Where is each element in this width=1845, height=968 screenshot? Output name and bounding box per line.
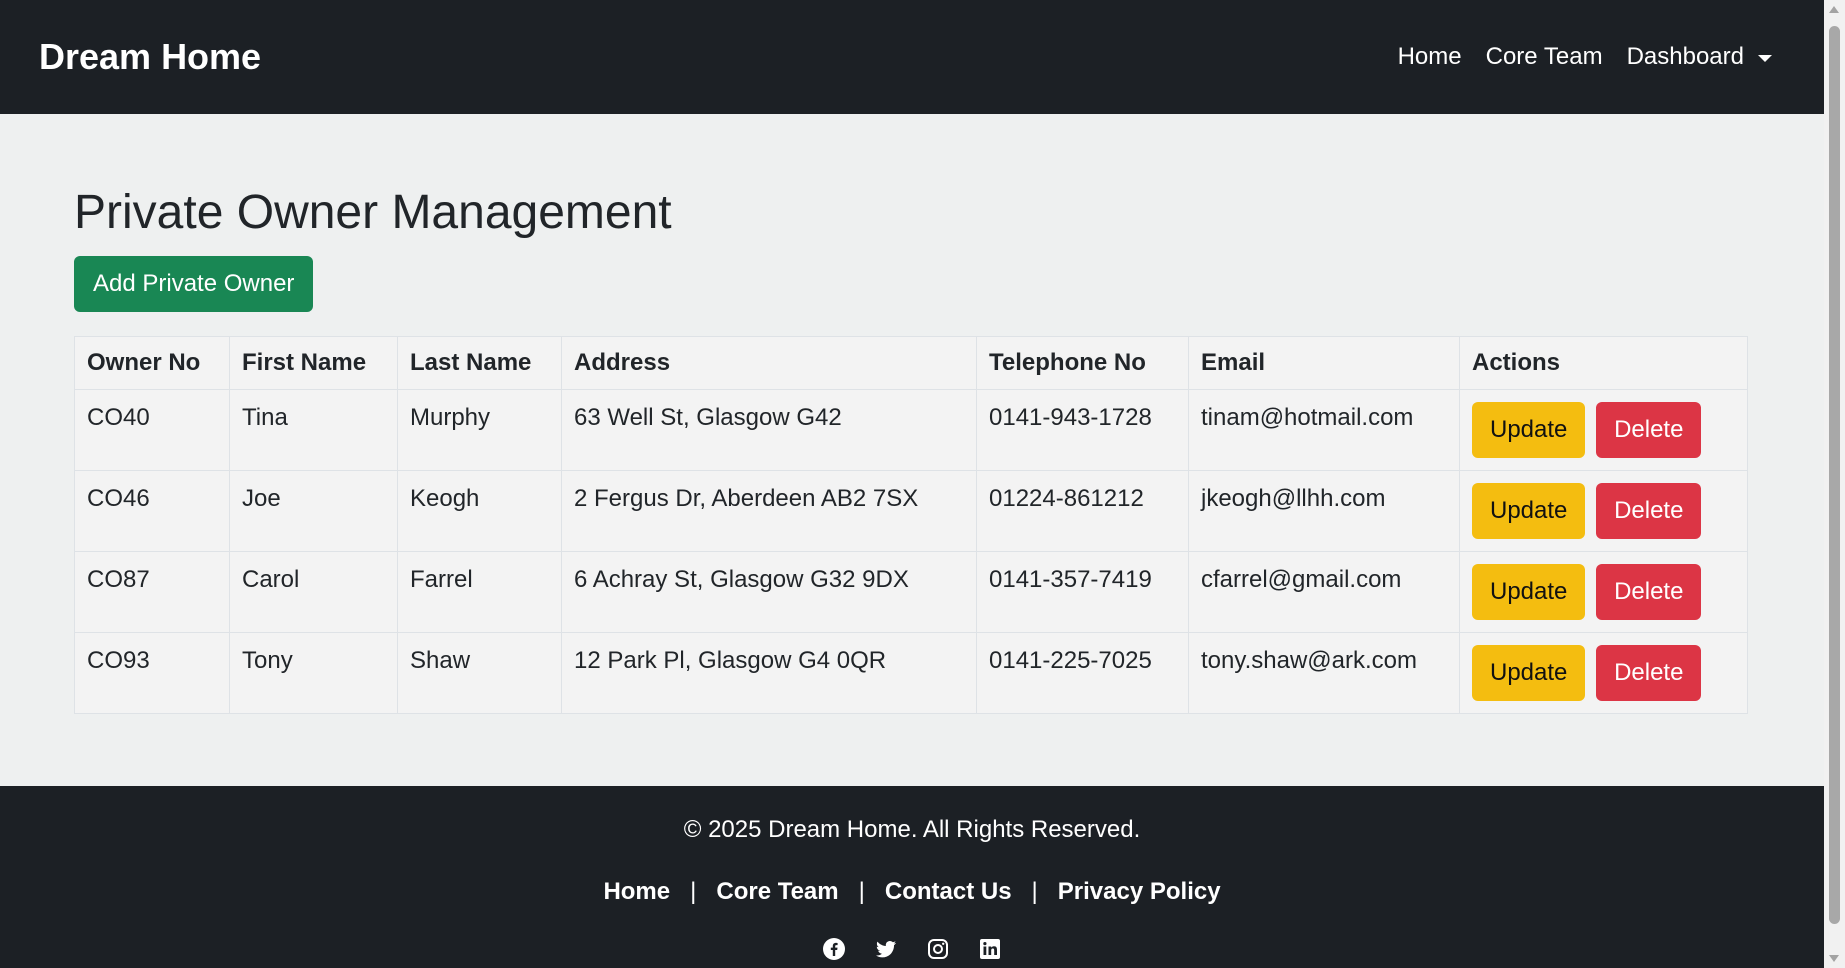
header-first-name: First Name (229, 335, 398, 390)
cell-owner-no: CO93 (74, 631, 230, 714)
owners-table: Owner No First Name Last Name Address Te… (74, 335, 1748, 714)
table-row: CO93 Tony Shaw 12 Park Pl, Glasgow G4 0Q… (74, 631, 1748, 714)
cell-actions: Update Delete (1459, 388, 1748, 471)
footer-contact-link[interactable]: Contact Us (885, 878, 1012, 906)
cell-first-name: Tony (229, 631, 398, 714)
update-button[interactable]: Update (1472, 644, 1586, 701)
footer-home-link[interactable]: Home (603, 878, 670, 906)
cell-actions: Update Delete (1459, 550, 1748, 633)
header-email: Email (1188, 335, 1460, 390)
cell-first-name: Carol (229, 550, 398, 633)
footer-separator: | (1031, 878, 1038, 905)
header-actions: Actions (1459, 335, 1748, 390)
brand-logo[interactable]: Dream Home (39, 36, 261, 78)
cell-telephone: 0141-225-7025 (976, 631, 1189, 714)
vertical-scrollbar[interactable] (1824, 0, 1845, 968)
delete-button[interactable]: Delete (1596, 401, 1702, 458)
twitter-icon[interactable] (873, 936, 899, 962)
cell-telephone: 01224-861212 (976, 469, 1189, 552)
cell-address: 12 Park Pl, Glasgow G4 0QR (561, 631, 977, 714)
page: Dream Home Home Core Team Dashboard Priv… (0, 0, 1824, 968)
scroll-down-arrow-icon[interactable] (1829, 955, 1839, 962)
instagram-icon[interactable] (925, 936, 951, 962)
cell-last-name: Farrel (397, 550, 562, 633)
header-telephone: Telephone No (976, 335, 1189, 390)
navbar: Dream Home Home Core Team Dashboard (0, 0, 1824, 114)
delete-button[interactable]: Delete (1596, 644, 1702, 701)
cell-email: jkeogh@llhh.com (1188, 469, 1460, 552)
table-row: CO40 Tina Murphy 63 Well St, Glasgow G42… (74, 388, 1748, 471)
cell-actions: Update Delete (1459, 631, 1748, 714)
footer-separator: | (858, 878, 865, 905)
cell-telephone: 0141-357-7419 (976, 550, 1189, 633)
cell-telephone: 0141-943-1728 (976, 388, 1189, 471)
cell-email: tony.shaw@ark.com (1188, 631, 1460, 714)
delete-button[interactable]: Delete (1596, 563, 1702, 620)
scrollbar-thumb[interactable] (1829, 26, 1840, 924)
header-address: Address (561, 335, 977, 390)
copyright-text: © 2025 Dream Home. All Rights Reserved. (683, 816, 1141, 843)
caret-down-icon (1758, 54, 1772, 62)
nav-dashboard-dropdown[interactable]: Dashboard (1627, 43, 1772, 71)
nav-links: Home Core Team Dashboard (1398, 43, 1772, 71)
cell-first-name: Tina (229, 388, 398, 471)
footer-separator: | (690, 878, 697, 905)
footer-privacy-link[interactable]: Privacy Policy (1058, 878, 1221, 906)
cell-address: 2 Fergus Dr, Aberdeen AB2 7SX (561, 469, 977, 552)
social-links (0, 936, 1824, 962)
header-last-name: Last Name (397, 335, 562, 390)
scroll-up-arrow-icon[interactable] (1829, 6, 1839, 13)
table-row: CO87 Carol Farrel 6 Achray St, Glasgow G… (74, 550, 1748, 633)
table-header-row: Owner No First Name Last Name Address Te… (74, 335, 1748, 390)
footer: © 2025 Dream Home. All Rights Reserved. … (0, 786, 1824, 968)
linkedin-icon[interactable] (977, 936, 1003, 962)
update-button[interactable]: Update (1472, 401, 1586, 458)
cell-address: 63 Well St, Glasgow G42 (561, 388, 977, 471)
footer-links: Home | Core Team | Contact Us | Privacy … (0, 878, 1824, 906)
cell-address: 6 Achray St, Glasgow G32 9DX (561, 550, 977, 633)
cell-last-name: Shaw (397, 631, 562, 714)
update-button[interactable]: Update (1472, 563, 1586, 620)
nav-home-link[interactable]: Home (1398, 43, 1462, 71)
footer-core-team-link[interactable]: Core Team (716, 878, 838, 906)
facebook-icon[interactable] (821, 936, 847, 962)
main-content: Private Owner Management Add Private Own… (0, 114, 1824, 786)
page-title: Private Owner Management (74, 186, 672, 239)
cell-last-name: Murphy (397, 388, 562, 471)
cell-email: cfarrel@gmail.com (1188, 550, 1460, 633)
cell-owner-no: CO40 (74, 388, 230, 471)
nav-core-team-link[interactable]: Core Team (1486, 43, 1603, 71)
cell-owner-no: CO87 (74, 550, 230, 633)
nav-dashboard-label: Dashboard (1626, 43, 1744, 70)
cell-email: tinam@hotmail.com (1188, 388, 1460, 471)
delete-button[interactable]: Delete (1596, 482, 1702, 539)
table-row: CO46 Joe Keogh 2 Fergus Dr, Aberdeen AB2… (74, 469, 1748, 552)
cell-owner-no: CO46 (74, 469, 230, 552)
cell-last-name: Keogh (397, 469, 562, 552)
header-owner-no: Owner No (74, 335, 230, 390)
add-private-owner-button[interactable]: Add Private Owner (74, 255, 314, 312)
cell-actions: Update Delete (1459, 469, 1748, 552)
cell-first-name: Joe (229, 469, 398, 552)
update-button[interactable]: Update (1472, 482, 1586, 539)
